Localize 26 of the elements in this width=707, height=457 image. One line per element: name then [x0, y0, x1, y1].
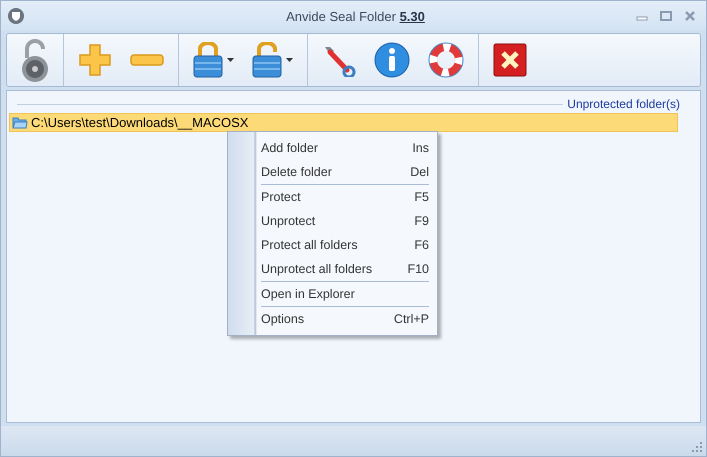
menu-item[interactable]: Unprotect F9	[258, 209, 437, 233]
padlock-icon	[193, 42, 223, 78]
padlock-icon	[252, 42, 282, 78]
shield-icon	[7, 7, 25, 25]
dropdown-arrow-icon[interactable]	[286, 58, 293, 62]
info-icon	[374, 42, 410, 78]
menu-item[interactable]: Add folder Ins	[258, 136, 437, 160]
folder-icon	[12, 116, 28, 129]
menu-item[interactable]: Delete folder Del	[258, 160, 437, 184]
dropdown-arrow-icon[interactable]	[227, 58, 234, 62]
section-label: Unprotected folder(s)	[567, 97, 680, 111]
plus-icon	[78, 43, 112, 77]
folder-row[interactable]: C:\Users\test\Downloads\__MACOSX	[9, 113, 678, 132]
exit-icon	[493, 43, 527, 77]
lifebuoy-icon	[428, 42, 464, 78]
menu-item[interactable]: Protect F5	[258, 185, 437, 209]
menu-item[interactable]: Open in Explorer	[258, 282, 437, 306]
menu-item[interactable]: Protect all folders F6	[258, 233, 437, 257]
folder-path: C:\Users\test\Downloads\__MACOSX	[31, 115, 248, 130]
menu-item[interactable]: Options Ctrl+P	[258, 307, 437, 331]
resize-grip-icon[interactable]	[692, 442, 702, 452]
minus-icon	[130, 53, 164, 67]
window-title: Anvide Seal Folder 5.30	[285, 8, 426, 24]
close-icon[interactable]	[684, 10, 696, 22]
menu-item[interactable]: Unprotect all folders F10	[258, 257, 437, 281]
maximize-icon[interactable]	[660, 10, 672, 22]
